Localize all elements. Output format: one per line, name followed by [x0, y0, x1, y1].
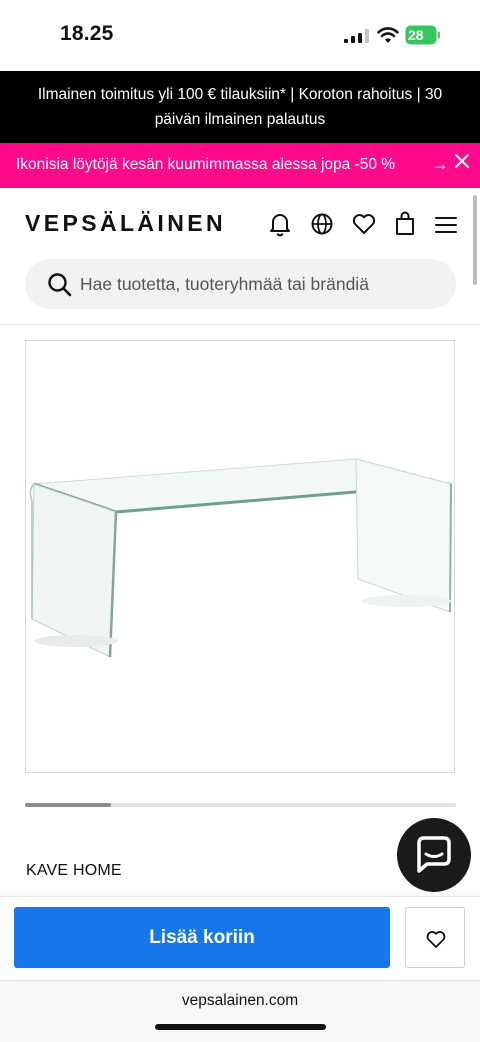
battery-level: 28	[408, 27, 424, 43]
home-indicator[interactable]	[155, 1024, 326, 1030]
chat-button[interactable]	[397, 818, 471, 892]
search-bar[interactable]	[25, 259, 456, 309]
gallery-scroll-thumb[interactable]	[25, 803, 111, 807]
shipping-promo-banner[interactable]: Ilmainen toimitus yli 100 € tilauksiin* …	[0, 71, 480, 143]
site-logo[interactable]: VEPSÄLÄINEN	[25, 210, 226, 237]
browser-url[interactable]: vepsalainen.com	[0, 992, 480, 1010]
battery-icon: 28	[405, 25, 441, 45]
sale-promo-text: Ikonisia löytöjä kesän kuumimmassa aless…	[16, 156, 396, 173]
glass-table-image	[29, 458, 452, 658]
chat-icon	[417, 836, 451, 873]
heart-icon[interactable]	[351, 211, 377, 237]
wishlist-button[interactable]	[405, 907, 465, 968]
status-time: 18.25	[60, 22, 114, 45]
menu-icon[interactable]	[434, 211, 458, 237]
close-icon[interactable]	[453, 152, 471, 170]
globe-icon[interactable]	[310, 211, 334, 237]
signal-icon	[344, 29, 369, 43]
add-to-cart-button[interactable]: Lisää koriin	[14, 907, 390, 968]
bell-icon[interactable]	[268, 211, 292, 237]
page-scrollbar[interactable]	[473, 195, 477, 285]
search-icon	[48, 273, 72, 297]
arrow-right-icon: →	[431, 154, 449, 174]
shopping-bag-icon[interactable]	[393, 211, 417, 237]
product-brand[interactable]: KAVE HOME	[26, 862, 122, 880]
header-divider	[0, 324, 480, 325]
heart-icon	[426, 931, 446, 948]
search-input[interactable]	[80, 259, 440, 309]
sale-promo-banner[interactable]: Ikonisia löytöjä kesän kuumimmassa aless…	[0, 143, 480, 188]
shipping-promo-text: Ilmainen toimitus yli 100 € tilauksiin* …	[37, 86, 443, 128]
wifi-icon	[377, 27, 399, 43]
browser-address-bar[interactable]	[0, 980, 480, 1042]
product-image[interactable]	[25, 340, 455, 773]
